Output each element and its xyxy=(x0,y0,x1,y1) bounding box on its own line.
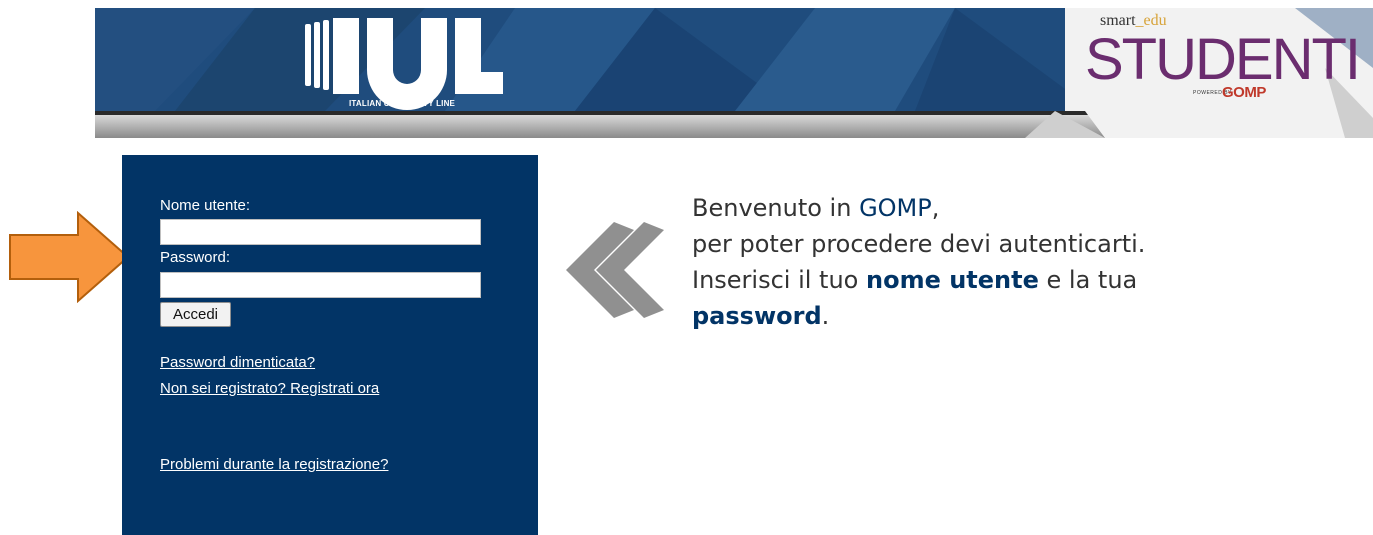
login-button[interactable]: Accedi xyxy=(160,302,231,327)
welcome-period: . xyxy=(821,302,830,330)
orange-arrow-icon xyxy=(9,211,130,303)
welcome-text: Benvenuto in xyxy=(692,194,860,222)
login-panel: Nome utente: Password: Accedi Password d… xyxy=(122,155,538,535)
iul-tagline: ITALIAN UNIVERSITY LINE xyxy=(349,99,456,108)
studenti-logo-text: STUDENTI xyxy=(1085,27,1361,92)
register-link[interactable]: Non sei registrato? Registrati ora xyxy=(160,380,379,397)
welcome-line-1: Benvenuto in GOMP, xyxy=(692,190,1362,226)
welcome-text: Inserisci il tuo xyxy=(692,266,866,294)
password-highlight: password xyxy=(692,302,822,330)
welcome-line-2: per poter procedere devi autenticarti. xyxy=(692,230,1146,258)
welcome-comma: , xyxy=(931,194,940,222)
gomp-logo-text: GOMP xyxy=(1222,84,1266,101)
password-label: Password: xyxy=(160,249,231,266)
forgot-password-link[interactable]: Password dimenticata? xyxy=(160,354,315,371)
password-input[interactable] xyxy=(160,272,481,298)
username-highlight: nome utente xyxy=(866,266,1039,294)
username-input[interactable] xyxy=(160,219,481,245)
double-chevron-left-icon xyxy=(566,222,664,318)
gomp-highlight: GOMP xyxy=(859,194,932,222)
welcome-text: e la tua xyxy=(1038,266,1138,294)
welcome-line-3: Inserisci il tuo nome utente e la tua xyxy=(692,262,1362,298)
header-banner: ITALIAN UNIVERSITY LINE smart_edu STUDEN… xyxy=(95,8,1373,138)
username-label: Nome utente: xyxy=(160,197,251,214)
welcome-line-4: password. xyxy=(692,298,1362,334)
registration-problems-link[interactable]: Problemi durante la registrazione? xyxy=(160,456,388,473)
welcome-message: Benvenuto in GOMP, per poter procedere d… xyxy=(692,190,1362,334)
